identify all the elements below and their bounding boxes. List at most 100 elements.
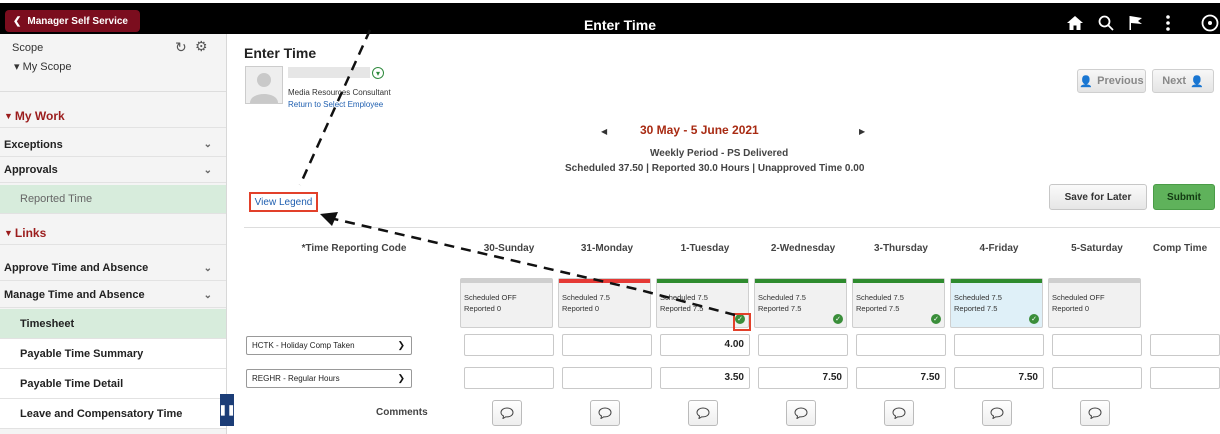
submit-button[interactable]: Submit	[1153, 184, 1215, 210]
next-label: Next	[1162, 75, 1187, 87]
comment-button[interactable]	[884, 400, 914, 426]
sidebar-item-approve-time[interactable]: Approve Time and Absence ⌄	[0, 256, 226, 281]
leave-comp-label: Leave and Compensatory Time	[20, 407, 183, 420]
employee-job-title: Media Resources Consultant	[288, 88, 391, 97]
links-header[interactable]: ▼ Links	[0, 221, 226, 245]
home-icon[interactable]	[1065, 14, 1085, 32]
hours-input[interactable]	[464, 367, 554, 389]
trc-select[interactable]: REGHR - Regular Hours ❯	[246, 369, 412, 388]
day-summary-box[interactable]: Scheduled 7.5 Reported 7.5 ✓	[852, 278, 945, 328]
gear-icon[interactable]: ⚙	[195, 38, 208, 55]
employee-name-redacted	[288, 67, 370, 78]
manage-time-label: Manage Time and Absence	[4, 289, 145, 301]
sidebar-item-manage-time[interactable]: Manage Time and Absence ⌄	[0, 283, 226, 308]
hours-input[interactable]	[464, 334, 554, 356]
return-to-select-employee-link[interactable]: Return to Select Employee	[288, 100, 383, 109]
hours-input[interactable]	[758, 334, 848, 356]
person-icon: 👤	[1079, 75, 1094, 88]
exceptions-label: Exceptions	[4, 138, 63, 151]
trc-select[interactable]: HCTK - Holiday Comp Taken ❯	[246, 336, 412, 355]
view-legend-link[interactable]: View Legend	[249, 192, 318, 212]
speech-bubble-icon	[990, 407, 1004, 419]
sidebar-item-approvals[interactable]: Approvals ⌄	[0, 158, 226, 183]
hours-input[interactable]: 4.00	[660, 334, 750, 356]
trc-select-value: REGHR - Regular Hours	[252, 374, 340, 383]
person-icon: 👤	[1190, 75, 1204, 88]
comp-time-header: Comp Time	[1152, 243, 1208, 254]
status-bar	[755, 279, 846, 283]
hours-input[interactable]: 7.50	[758, 367, 848, 389]
comment-button[interactable]	[1080, 400, 1110, 426]
day-summary-box[interactable]: Scheduled 7.5 Reported 7.5 ✓	[950, 278, 1043, 328]
reported-text: Reported 7.5	[660, 304, 704, 313]
more-icon[interactable]	[1158, 14, 1178, 32]
next-employee-button[interactable]: Next 👤	[1152, 69, 1214, 93]
sidebar-item-reported-time[interactable]: Reported Time	[0, 185, 226, 214]
reported-text: Reported 7.5	[758, 304, 802, 313]
save-for-later-button[interactable]: Save for Later	[1049, 184, 1147, 210]
hours-input[interactable]	[1052, 334, 1142, 356]
sidebar-item-timesheet[interactable]: Timesheet	[0, 309, 226, 339]
hours-input[interactable]	[562, 334, 652, 356]
previous-employee-button[interactable]: 👤 Previous	[1077, 69, 1146, 93]
hours-input[interactable]: 3.50	[660, 367, 750, 389]
comment-button[interactable]	[590, 400, 620, 426]
compass-icon[interactable]	[1200, 14, 1220, 32]
flag-icon[interactable]	[1126, 14, 1146, 32]
status-bar	[461, 279, 552, 283]
chevron-left-icon: ❮	[13, 15, 22, 27]
person-icon	[250, 73, 278, 103]
chevron-down-icon: ⌄	[203, 164, 212, 176]
comment-button[interactable]	[982, 400, 1012, 426]
chevron-down-icon: ⌄	[203, 289, 212, 301]
comment-button[interactable]	[492, 400, 522, 426]
hours-input[interactable]: 7.50	[856, 367, 946, 389]
speech-bubble-icon	[794, 407, 808, 419]
reported-text: Reported 7.5	[954, 304, 998, 313]
day-summary-box[interactable]: Scheduled OFF Reported 0	[460, 278, 553, 328]
collapse-sidebar-button[interactable]: ❚❚	[219, 394, 235, 426]
check-icon: ✓	[1029, 314, 1039, 324]
comment-button[interactable]	[786, 400, 816, 426]
speech-bubble-icon	[1088, 407, 1102, 419]
hours-input[interactable]	[1150, 367, 1220, 389]
hours-input[interactable]	[1052, 367, 1142, 389]
reported-text: Reported 0	[1052, 304, 1090, 313]
reported-time-label: Reported Time	[20, 193, 93, 205]
hours-input[interactable]	[1150, 334, 1220, 356]
hours-input[interactable]	[562, 367, 652, 389]
sidebar-item-payable-detail[interactable]: Payable Time Detail	[0, 369, 226, 399]
day-summary-box[interactable]: Scheduled 7.5 Reported 7.5 ✓	[754, 278, 847, 328]
sidebar-item-payable-summary[interactable]: Payable Time Summary	[0, 339, 226, 369]
scope-label: Scope	[12, 42, 44, 54]
expand-employee-icon[interactable]: ▾	[372, 67, 384, 79]
speech-bubble-icon	[500, 407, 514, 419]
refresh-icon[interactable]: ↻	[175, 39, 187, 56]
day-header: 1-Tuesday	[680, 243, 730, 254]
payable-summary-label: Payable Time Summary	[20, 347, 144, 360]
hours-input[interactable]	[954, 334, 1044, 356]
approve-time-label: Approve Time and Absence	[4, 262, 149, 274]
links-label: Links	[14, 225, 47, 240]
triangle-down-icon: ▼	[4, 110, 13, 121]
scheduled-text: Scheduled 7.5	[562, 293, 610, 302]
back-to-manager-self-service-button[interactable]: ❮ Manager Self Service	[5, 10, 140, 32]
status-bar	[559, 279, 650, 283]
sidebar-item-exceptions[interactable]: Exceptions ⌄	[0, 133, 226, 157]
period-type: Weekly Period - PS Delivered	[650, 148, 789, 159]
day-header: 31-Monday	[580, 243, 634, 254]
next-period-arrow[interactable]: ▶	[859, 127, 865, 136]
reported-text: Reported 0	[562, 304, 600, 313]
my-work-header[interactable]: ▼ My Work	[0, 104, 226, 128]
day-summary-box[interactable]: Scheduled OFF Reported 0	[1048, 278, 1141, 328]
comment-button[interactable]	[688, 400, 718, 426]
sidebar-item-leave-comp[interactable]: Leave and Compensatory Time	[0, 399, 226, 429]
search-icon[interactable]	[1096, 14, 1116, 32]
hours-input[interactable]	[856, 334, 946, 356]
scope-dropdown[interactable]: ▾ My Scope	[12, 60, 72, 73]
timesheet-label: Timesheet	[20, 317, 75, 330]
hours-input[interactable]: 7.50	[954, 367, 1044, 389]
previous-period-arrow[interactable]: ◀	[601, 127, 607, 136]
day-summary-box[interactable]: Scheduled 7.5 Reported 0	[558, 278, 651, 328]
status-bar	[657, 279, 748, 283]
